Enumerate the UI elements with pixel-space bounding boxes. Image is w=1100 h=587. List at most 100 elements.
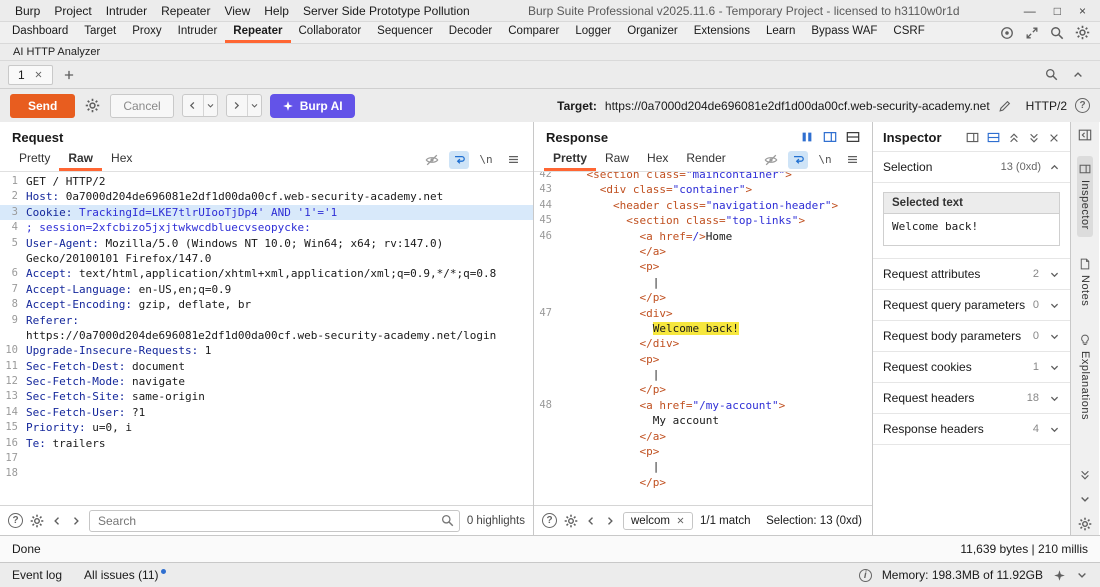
help-icon[interactable]: ?: [1075, 98, 1090, 113]
code-line[interactable]: 18: [0, 466, 533, 481]
inspector-layout-column-icon[interactable]: [966, 131, 979, 144]
tab-intruder[interactable]: Intruder: [170, 22, 226, 43]
search-tabs-icon[interactable]: [1045, 68, 1058, 81]
back-dropdown-icon[interactable]: [203, 95, 217, 116]
burp-ai-button[interactable]: Burp AI: [270, 94, 355, 118]
inspector-selection-row[interactable]: Selection 13 (0xd): [873, 151, 1070, 183]
search-icon[interactable]: [1050, 26, 1064, 40]
code-line[interactable]: 1GET / HTTP/2: [0, 174, 533, 189]
search-help-icon[interactable]: ?: [8, 513, 23, 528]
prev-match-icon[interactable]: [585, 515, 597, 527]
code-line[interactable]: 15Priority: u=0, i: [0, 420, 533, 435]
code-line[interactable]: <p>: [534, 444, 872, 459]
tab-collaborator[interactable]: Collaborator: [291, 22, 370, 43]
info-icon[interactable]: i: [859, 569, 872, 582]
code-line[interactable]: 46 <a href=/>Home: [534, 229, 872, 244]
add-tab-icon[interactable]: [63, 69, 75, 81]
code-line[interactable]: </p>: [534, 382, 872, 397]
code-line[interactable]: <p>: [534, 352, 872, 367]
editor-menu-icon[interactable]: [842, 151, 862, 169]
word-wrap-icon[interactable]: [788, 151, 808, 169]
newline-glyph-icon[interactable]: \n: [815, 151, 835, 169]
request-tab-hex[interactable]: Hex: [102, 148, 141, 171]
code-line[interactable]: My account: [534, 413, 872, 428]
maximize-button[interactable]: □: [1054, 4, 1061, 18]
code-line[interactable]: 13Sec-Fetch-Site: same-origin: [0, 389, 533, 404]
request-editor[interactable]: 1GET / HTTP/22Host: 0a7000d204de696081e2…: [0, 172, 533, 505]
code-line[interactable]: 16Te: trailers: [0, 436, 533, 451]
close-button[interactable]: ×: [1079, 4, 1086, 18]
history-forward-button[interactable]: [226, 94, 262, 117]
code-line[interactable]: 11Sec-Fetch-Dest: document: [0, 359, 533, 374]
code-line[interactable]: 3Cookie: TrackingId=LKE7tlrUIooTjDp4' AN…: [0, 205, 533, 220]
inspector-close-icon[interactable]: [1048, 132, 1060, 144]
code-line[interactable]: </a>: [534, 429, 872, 444]
strip-settings-icon[interactable]: [1078, 517, 1092, 531]
strip-tab-inspector[interactable]: Inspector: [1077, 156, 1093, 237]
settings-icon[interactable]: [1075, 25, 1090, 40]
menu-view[interactable]: View: [217, 4, 257, 18]
back-arrow-icon[interactable]: [183, 95, 203, 116]
tab-target[interactable]: Target: [76, 22, 124, 43]
prev-match-icon[interactable]: [51, 515, 63, 527]
edit-target-icon[interactable]: [998, 99, 1012, 113]
search-help-icon[interactable]: ?: [542, 513, 557, 528]
code-line[interactable]: <p>: [534, 259, 872, 274]
code-line[interactable]: https://0a7000d204de696081e2df1d00da00cf…: [0, 328, 533, 343]
history-back-button[interactable]: [182, 94, 218, 117]
inspector-section-response-headers[interactable]: Response headers 4: [873, 414, 1070, 445]
code-line[interactable]: 5User-Agent: Mozilla/5.0 (Windows NT 10.…: [0, 236, 533, 251]
search-settings-icon[interactable]: [30, 514, 44, 528]
code-line[interactable]: 44 <header class="navigation-header">: [534, 198, 872, 213]
ai-sparkle-icon[interactable]: [1053, 569, 1066, 582]
search-settings-icon[interactable]: [564, 514, 578, 528]
search-term-chip[interactable]: welcom: [623, 512, 693, 530]
tab-bypass-waf[interactable]: Bypass WAF: [803, 22, 885, 43]
code-line[interactable]: 10Upgrade-Insecure-Requests: 1: [0, 343, 533, 358]
columns-layout-icon[interactable]: [800, 130, 814, 144]
code-line[interactable]: 9Referer:: [0, 313, 533, 328]
newline-glyph-icon[interactable]: \n: [476, 151, 496, 169]
tab-organizer[interactable]: Organizer: [619, 22, 686, 43]
tab-dashboard[interactable]: Dashboard: [4, 22, 76, 43]
tile-windows-icon[interactable]: [1025, 26, 1039, 40]
ai-credits-icon[interactable]: [1000, 26, 1014, 40]
code-line[interactable]: 2Host: 0a7000d204de696081e2df1d00da00cf.…: [0, 189, 533, 204]
tab-extensions[interactable]: Extensions: [686, 22, 758, 43]
send-button[interactable]: Send: [10, 94, 75, 118]
menu-intruder[interactable]: Intruder: [99, 4, 154, 18]
menu-server-side-prototype-pollution[interactable]: Server Side Prototype Pollution: [296, 4, 477, 18]
minimize-button[interactable]: —: [1024, 4, 1036, 18]
cancel-button[interactable]: Cancel: [110, 94, 173, 118]
inspector-layout-row-icon[interactable]: [987, 131, 1000, 144]
tab-decoder[interactable]: Decoder: [441, 22, 500, 43]
code-line[interactable]: Gecko/20100101 Firefox/147.0: [0, 251, 533, 266]
collapse-panel-icon[interactable]: [1078, 128, 1092, 142]
code-line[interactable]: 17: [0, 451, 533, 466]
code-line[interactable]: 7Accept-Language: en-US,en;q=0.9: [0, 282, 533, 297]
code-line[interactable]: </div>: [534, 336, 872, 351]
response-editor[interactable]: 42 <section class="maincontainer">43 <di…: [534, 172, 872, 505]
code-line[interactable]: 42 <section class="maincontainer">: [534, 172, 872, 182]
code-line[interactable]: 12Sec-Fetch-Mode: navigate: [0, 374, 533, 389]
menu-help[interactable]: Help: [257, 4, 296, 18]
inspector-section-request-body-parameters[interactable]: Request body parameters 0: [873, 321, 1070, 352]
chevron-down-icon[interactable]: [1079, 493, 1091, 505]
response-tab-render[interactable]: Render: [677, 148, 734, 171]
tab-logger[interactable]: Logger: [567, 22, 619, 43]
inspector-section-request-cookies[interactable]: Request cookies 1: [873, 352, 1070, 383]
remove-term-icon[interactable]: [676, 516, 685, 525]
menu-repeater[interactable]: Repeater: [154, 4, 217, 18]
forward-dropdown-icon[interactable]: [247, 95, 261, 116]
menu-project[interactable]: Project: [47, 4, 98, 18]
code-line[interactable]: 6Accept: text/html,application/xhtml+xml…: [0, 266, 533, 281]
tab-comparer[interactable]: Comparer: [500, 22, 567, 43]
code-line[interactable]: |: [534, 367, 872, 382]
nonprinting-toggle-icon[interactable]: [422, 151, 442, 169]
request-tab-raw[interactable]: Raw: [59, 148, 102, 171]
request-search-input[interactable]: [89, 510, 460, 532]
response-tab-pretty[interactable]: Pretty: [544, 148, 596, 171]
strip-tab-explanations[interactable]: Explanations: [1077, 327, 1093, 427]
split-layout-icon[interactable]: [823, 130, 837, 144]
menu-burp[interactable]: Burp: [8, 4, 47, 18]
